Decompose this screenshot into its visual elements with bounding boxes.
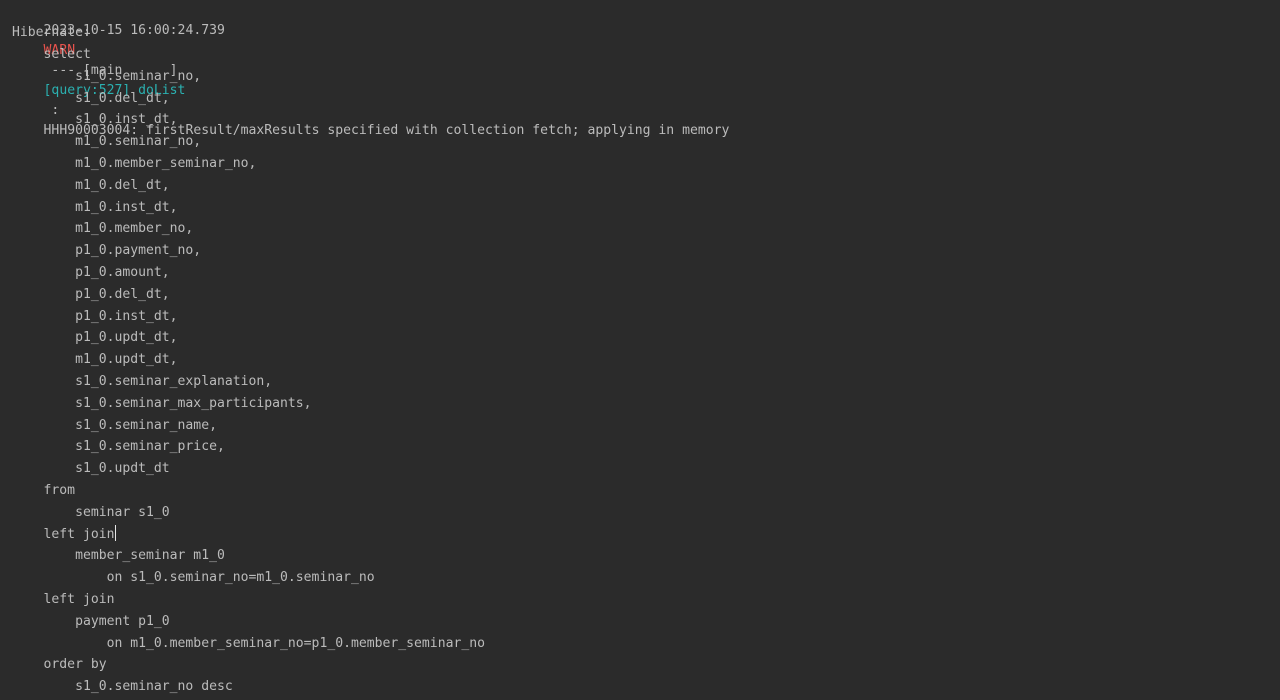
sql-line: order by xyxy=(12,655,107,675)
sql-line: p1_0.payment_no, xyxy=(12,241,201,261)
text-cursor xyxy=(115,524,117,541)
sql-line: s1_0.updt_dt xyxy=(12,459,170,479)
sql-line: m1_0.member_seminar_no, xyxy=(12,154,256,174)
sql-line-text: m1_0.seminar_no, xyxy=(12,134,202,150)
sql-line: s1_0.seminar_price, xyxy=(12,437,225,457)
sql-line-text: m1_0.updt_dt, xyxy=(12,352,178,368)
sql-line: s1_0.inst_dt, xyxy=(12,110,178,130)
sql-line: seminar s1_0 xyxy=(12,503,170,523)
sql-line: s1_0.seminar_no, xyxy=(12,67,201,87)
sql-line-text: p1_0.del_dt, xyxy=(12,286,170,302)
sql-line-text: member_seminar m1_0 xyxy=(12,548,225,564)
sql-line: left join xyxy=(12,590,115,610)
sql-line: on m1_0.member_seminar_no=p1_0.member_se… xyxy=(12,634,485,654)
sql-line: s1_0.seminar_name, xyxy=(12,416,217,436)
sql-line: on s1_0.seminar_no=m1_0.seminar_no xyxy=(12,568,375,588)
sql-line-text: s1_0.del_dt, xyxy=(12,90,170,106)
sql-line-text: on s1_0.seminar_no=m1_0.seminar_no xyxy=(12,570,375,586)
sql-line-text: p1_0.inst_dt, xyxy=(12,308,178,324)
sql-line: member_seminar m1_0 xyxy=(12,546,225,566)
sql-line-text: m1_0.del_dt, xyxy=(12,177,170,193)
sql-line-text: from xyxy=(12,483,76,498)
sql-line: m1_0.del_dt, xyxy=(12,176,170,196)
sql-line-text: left join xyxy=(12,592,115,607)
sql-line-text: p1_0.amount, xyxy=(12,265,170,280)
log-entry-line: 2023-10-15 16:00:24.739 WARN --- [main ]… xyxy=(12,1,730,138)
hibernate-header: Hibernate: xyxy=(12,25,91,40)
sql-line-text: s1_0.seminar_price, xyxy=(12,439,225,455)
sql-line-text: left join xyxy=(12,526,115,542)
sql-line-text: p1_0.updt_dt, xyxy=(12,330,178,346)
sql-line: m1_0.member_no, xyxy=(12,219,193,239)
console-output[interactable]: 2023-10-15 16:00:24.739 WARN --- [main ]… xyxy=(0,0,1280,700)
sql-line: payment p1_0 xyxy=(12,612,170,632)
sql-line-text: m1_0.inst_dt, xyxy=(12,199,178,215)
sql-line-text: s1_0.seminar_max_participants, xyxy=(12,395,312,411)
sql-line-text: seminar s1_0 xyxy=(12,504,170,520)
sql-line-text: order by xyxy=(12,657,107,673)
sql-line: from xyxy=(12,481,76,501)
sql-line-text: s1_0.seminar_no desc xyxy=(12,679,233,695)
sql-line-text: p1_0.payment_no, xyxy=(12,243,202,259)
sql-line-text: s1_0.updt_dt xyxy=(12,461,170,477)
sql-line: p1_0.del_dt, xyxy=(12,285,170,305)
sql-line-text: select xyxy=(12,47,91,62)
sql-line: s1_0.del_dt, xyxy=(12,89,170,109)
sql-line: p1_0.updt_dt, xyxy=(12,328,178,348)
sql-line: p1_0.inst_dt, xyxy=(12,307,178,327)
sql-line-text: m1_0.member_seminar_no, xyxy=(12,156,257,171)
sql-line: select xyxy=(12,45,91,65)
sql-line: s1_0.seminar_no desc xyxy=(12,677,233,697)
sql-line: m1_0.inst_dt, xyxy=(12,198,178,218)
sql-line: p1_0.amount, xyxy=(12,263,170,283)
sql-line-text: on m1_0.member_seminar_no=p1_0.member_se… xyxy=(12,635,485,651)
sql-line: m1_0.seminar_no, xyxy=(12,132,201,152)
sql-line: s1_0.seminar_explanation, xyxy=(12,372,272,392)
sql-line-text: s1_0.seminar_no, xyxy=(12,68,202,84)
sql-line: m1_0.updt_dt, xyxy=(12,350,178,370)
sql-line-text: s1_0.inst_dt, xyxy=(12,112,178,128)
sql-line: s1_0.seminar_max_participants, xyxy=(12,394,312,414)
sql-line-text: s1_0.seminar_explanation, xyxy=(12,374,273,389)
sql-line-text: m1_0.member_no, xyxy=(12,221,194,237)
sql-line-text: s1_0.seminar_name, xyxy=(12,417,217,433)
sql-line-text: payment p1_0 xyxy=(12,613,170,629)
sql-line: left join xyxy=(12,524,117,545)
